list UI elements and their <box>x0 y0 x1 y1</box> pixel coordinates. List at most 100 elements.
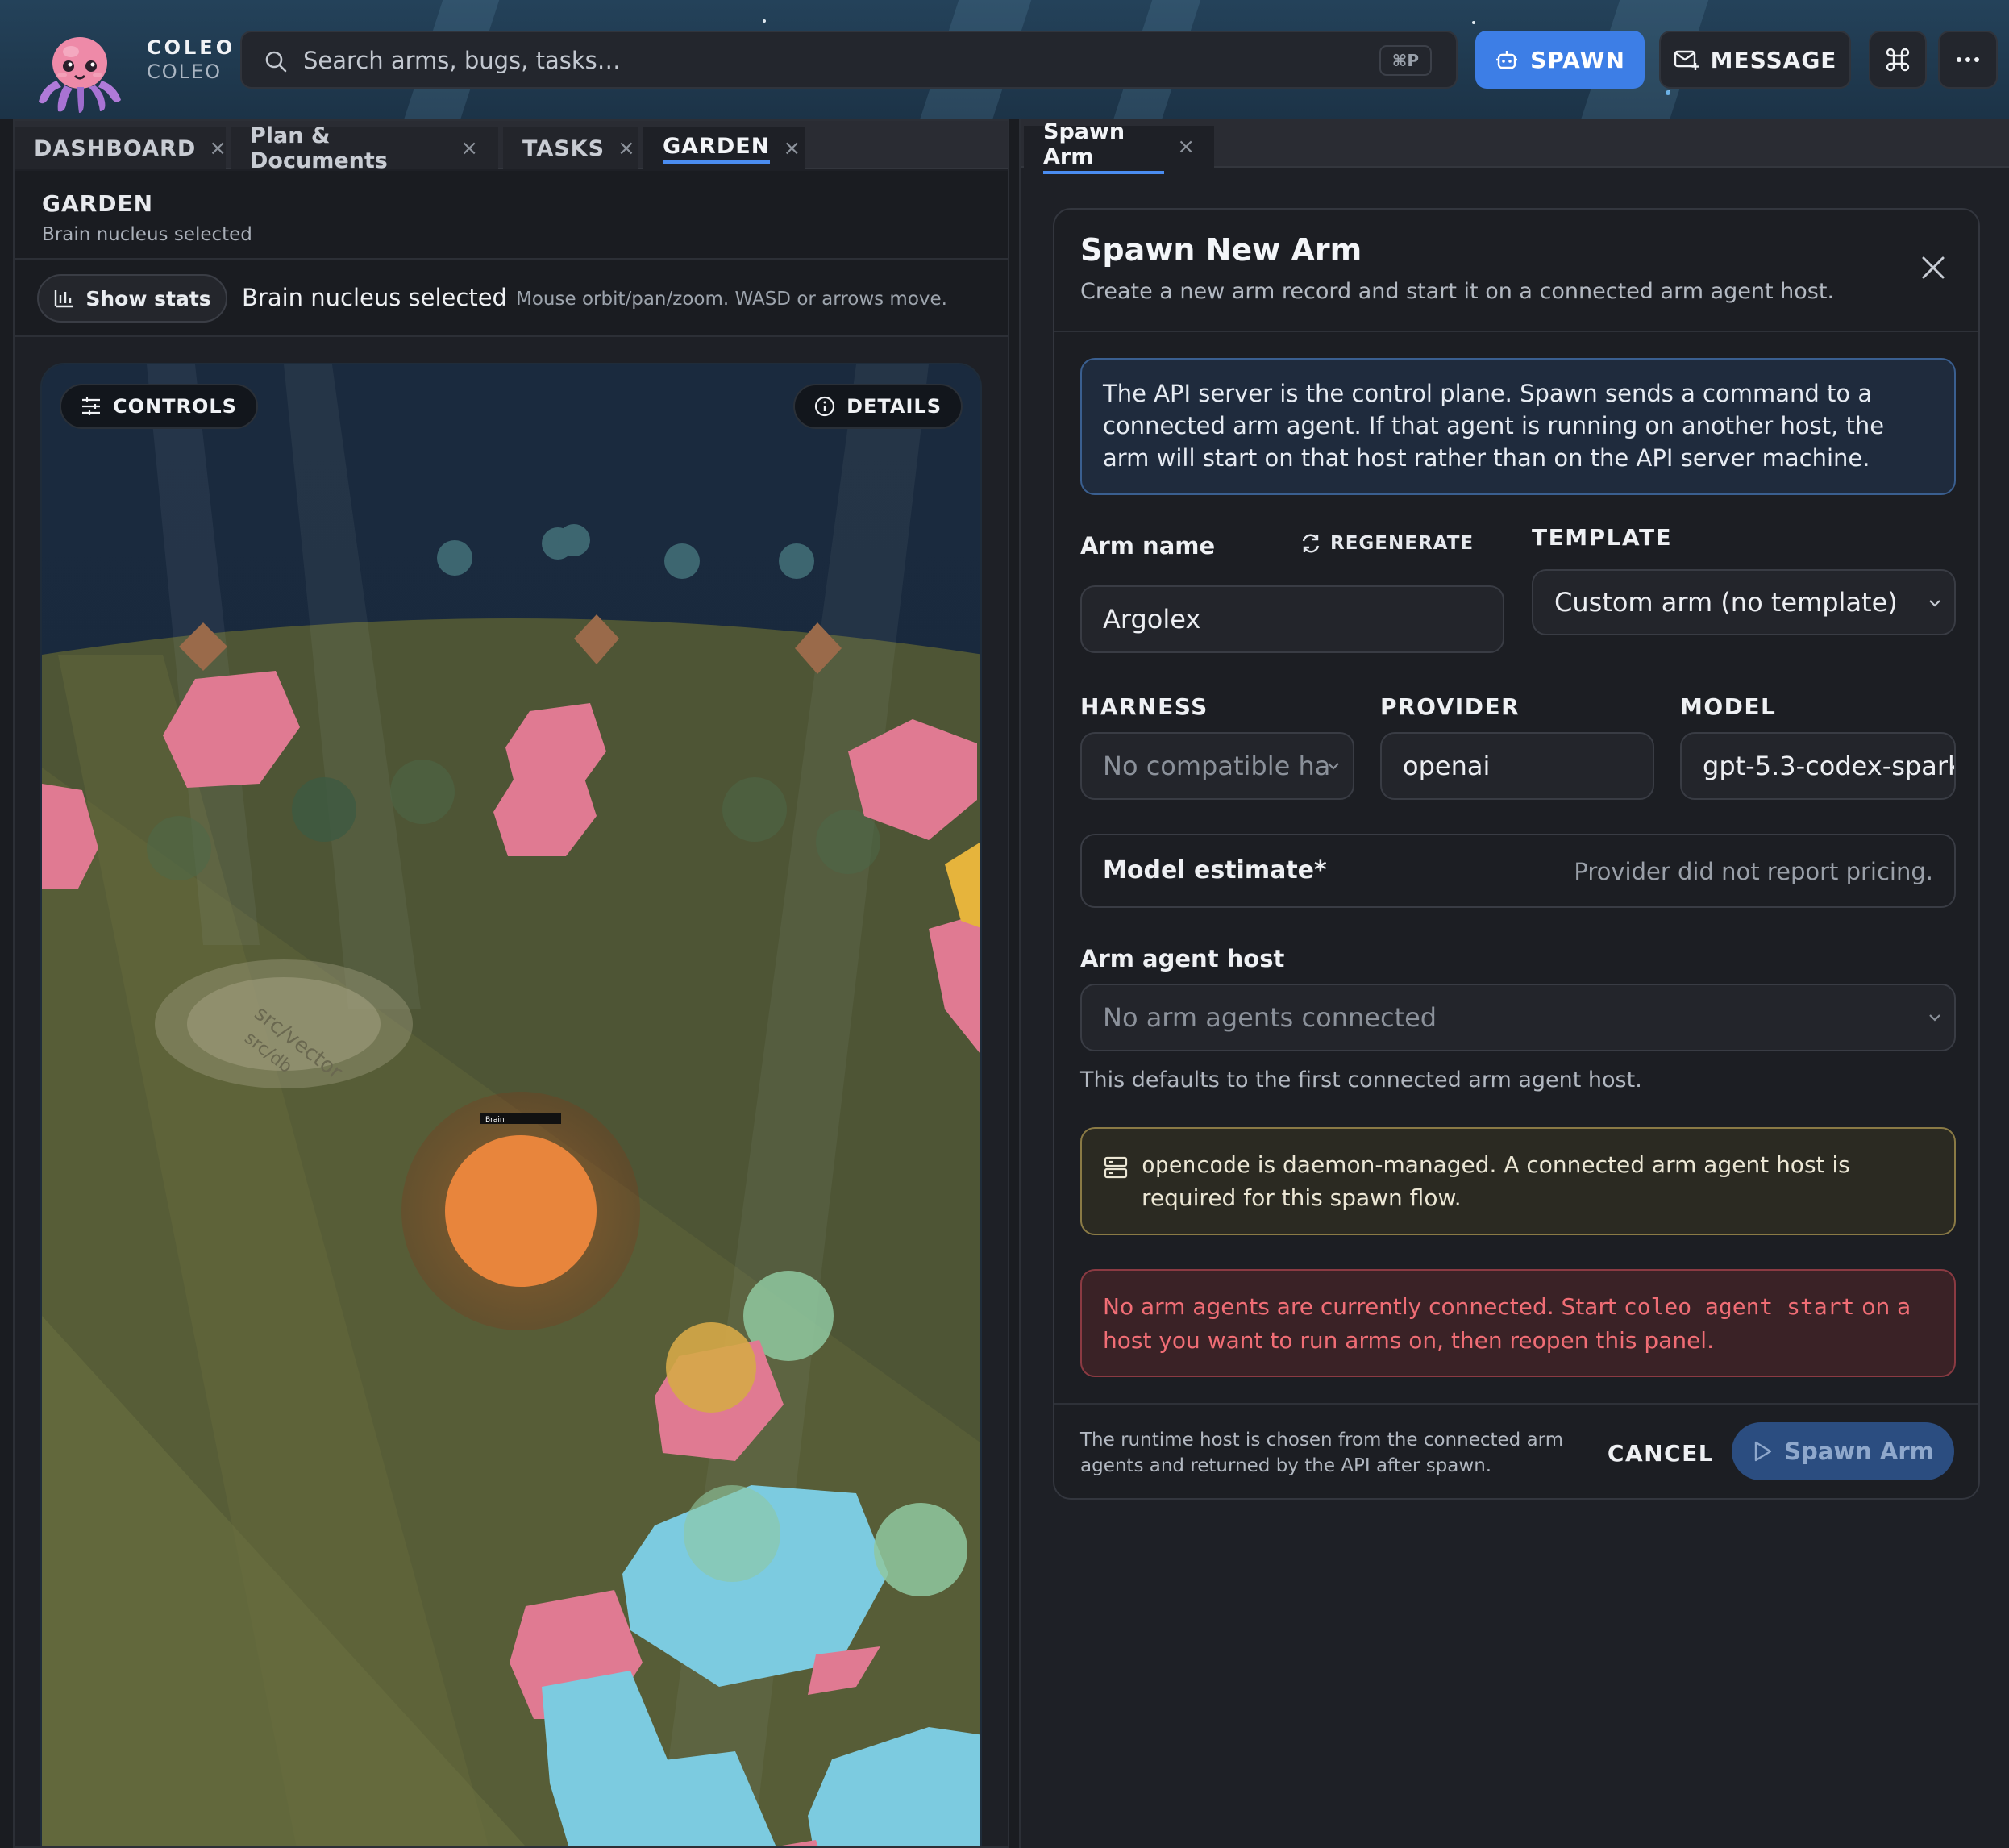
model-estimate-row: Model estimate* Provider did not report … <box>1080 834 1956 908</box>
tab-dashboard[interactable]: DASHBOARD × <box>15 127 227 169</box>
page-title: GARDEN <box>42 190 154 217</box>
close-icon[interactable]: × <box>618 136 636 160</box>
tab-spawn-arm[interactable]: Spawn Arm × <box>1024 119 1214 174</box>
close-icon[interactable]: × <box>1177 135 1195 159</box>
controls-button-label: CONTROLS <box>113 395 237 418</box>
tab-plan-documents[interactable]: Plan & Documents × <box>231 123 498 173</box>
selection-label: Brain nucleus selected <box>242 284 507 311</box>
chevron-down-icon <box>1929 1014 1940 1022</box>
page-subtitle: Brain nucleus selected <box>42 224 252 245</box>
tab-label: DASHBOARD <box>34 135 197 161</box>
error-text: No arm agents are currently connected. S… <box>1103 1290 1941 1358</box>
arm-name-value: Argolex <box>1103 604 1201 635</box>
no-agents-error-callout: No arm agents are currently connected. S… <box>1080 1269 1956 1377</box>
details-button[interactable]: DETAILS <box>793 384 963 429</box>
tab-garden[interactable]: GARDEN × <box>643 127 805 169</box>
arm-agent-host-hint: This defaults to the first connected arm… <box>1080 1068 1642 1093</box>
search-input[interactable]: Search arms, bugs, tasks… ⌘P <box>240 31 1458 89</box>
daemon-warning-callout: opencode is daemon-managed. A connected … <box>1080 1127 1956 1235</box>
divider <box>1054 331 1978 332</box>
command-palette-button[interactable] <box>1869 31 1927 89</box>
harness-select[interactable]: No compatible ha <box>1080 732 1354 800</box>
model-estimate-label: Model estimate* <box>1103 856 1327 884</box>
tab-label: Spawn Arm <box>1043 119 1165 174</box>
server-icon <box>1104 1156 1128 1179</box>
arm-name-label: Arm name <box>1080 532 1216 560</box>
close-icon[interactable]: × <box>209 136 227 160</box>
top-bar: COLEO COLEO Search arms, bugs, tasks… ⌘P… <box>0 0 2009 119</box>
details-button-label: DETAILS <box>846 395 942 418</box>
play-icon <box>1754 1441 1772 1462</box>
tab-tasks[interactable]: TASKS × <box>503 127 638 169</box>
close-icon[interactable] <box>1917 252 1949 284</box>
octopus-logo-icon[interactable] <box>32 31 127 114</box>
more-options-button[interactable] <box>1938 31 1998 89</box>
brain-nucleus[interactable] <box>445 1135 597 1287</box>
controls-button[interactable]: CONTROLS <box>60 384 258 429</box>
regenerate-button[interactable]: REGENERATE <box>1300 532 1474 555</box>
show-stats-button[interactable]: Show stats <box>37 274 227 323</box>
right-tab-bar: Spawn Arm × <box>1021 119 2009 174</box>
navigation-hint: Mouse orbit/pan/zoom. WASD or arrows mov… <box>516 289 947 310</box>
footer-note: The runtime host is chosen from the conn… <box>1080 1430 1564 1476</box>
brand-subname: COLEO <box>147 60 223 83</box>
provider-value: openai <box>1403 751 1491 781</box>
command-icon <box>1886 48 1910 72</box>
dialog-subtitle: Create a new arm record and start it on … <box>1080 279 1835 304</box>
garden-header: GARDEN Brain nucleus selected <box>15 171 1008 260</box>
divider <box>1054 1403 1978 1405</box>
close-icon[interactable]: × <box>783 136 801 160</box>
message-button-label: MESSAGE <box>1710 46 1837 73</box>
show-stats-label: Show stats <box>85 286 211 310</box>
search-placeholder: Search arms, bugs, tasks… <box>303 47 621 74</box>
info-callout: The API server is the control plane. Spa… <box>1080 358 1956 495</box>
message-button[interactable]: MESSAGE <box>1659 31 1851 89</box>
refresh-icon <box>1302 534 1320 553</box>
template-label: TEMPLATE <box>1532 524 1673 551</box>
model-field[interactable]: gpt-5.3-codex-spark <box>1680 732 1956 800</box>
node-label: Brain <box>485 1116 505 1124</box>
model-value: gpt-5.3-codex-spark <box>1703 751 1956 781</box>
spawn-arm-button-label: Spawn Arm <box>1784 1438 1934 1465</box>
dialog-title: Spawn New Arm <box>1080 232 1362 268</box>
left-tab-bar: DASHBOARD × Plan & Documents × TASKS × G… <box>15 121 1008 173</box>
tab-label: GARDEN <box>663 134 771 164</box>
spawn-arm-dialog: Spawn New Arm Create a new arm record an… <box>1053 208 1980 1500</box>
arm-agent-host-value: No arm agents connected <box>1103 1002 1437 1033</box>
right-pane: Spawn Arm × Spawn New Arm Create a new a… <box>1019 119 2009 1848</box>
daemon-warning-text: opencode is daemon-managed. A connected … <box>1142 1148 1940 1214</box>
harness-code: opencode <box>1142 1151 1250 1178</box>
provider-field[interactable]: openai <box>1380 732 1654 800</box>
chevron-down-icon <box>1328 763 1339 770</box>
star <box>1666 90 1670 95</box>
star <box>1472 21 1475 24</box>
regenerate-label: REGENERATE <box>1330 533 1475 554</box>
search-shortcut-badge: ⌘P <box>1379 45 1432 76</box>
sliders-icon <box>82 397 100 415</box>
template-value: Custom arm (no template) <box>1554 587 1898 618</box>
template-select[interactable]: Custom arm (no template) <box>1532 569 1956 635</box>
brand-name: COLEO <box>147 36 236 59</box>
robot-icon <box>1496 51 1518 69</box>
search-icon <box>265 51 287 73</box>
garden-canvas[interactable]: src/vector src/db Brain <box>42 364 982 1848</box>
garden-toolbar: Show stats Brain nucleus selected Mouse … <box>15 260 1008 337</box>
chevron-down-icon <box>1929 600 1940 607</box>
cancel-button[interactable]: CANCEL <box>1587 1440 1735 1467</box>
spawn-button-label: SPAWN <box>1530 46 1625 73</box>
left-pane: DASHBOARD × Plan & Documents × TASKS × G… <box>13 119 1009 1848</box>
model-label: MODEL <box>1680 693 1777 720</box>
spawn-arm-button[interactable]: Spawn Arm <box>1732 1422 1954 1480</box>
error-message-start: No arm agents are currently connected. S… <box>1103 1293 1624 1320</box>
harness-value: No compatible ha <box>1103 751 1331 781</box>
spawn-button[interactable]: SPAWN <box>1475 31 1645 89</box>
tab-label: Plan & Documents <box>250 123 388 173</box>
ellipsis-icon <box>1957 57 1979 62</box>
arm-name-field[interactable]: Argolex <box>1080 585 1504 653</box>
brand: COLEO COLEO <box>147 35 235 84</box>
close-icon[interactable]: × <box>460 136 479 160</box>
mail-plus-icon <box>1674 50 1699 70</box>
arm-agent-host-select[interactable]: No arm agents connected <box>1080 984 1956 1051</box>
star <box>763 19 766 23</box>
garden-3d-scene[interactable]: src/vector src/db Brain CONTROLS DETAILS <box>40 363 982 1848</box>
